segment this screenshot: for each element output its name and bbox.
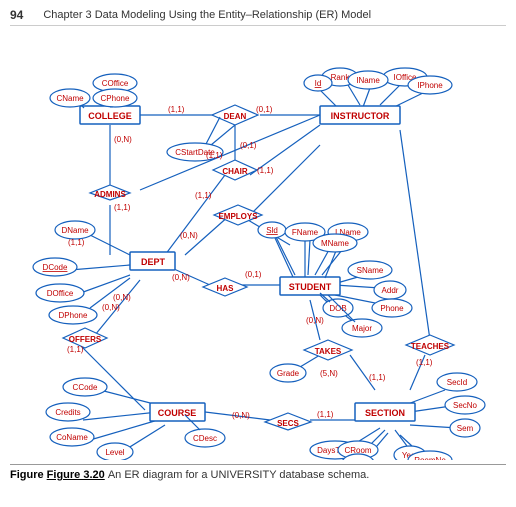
svg-text:Grade: Grade (277, 369, 300, 378)
svg-text:(1,1): (1,1) (68, 238, 85, 247)
svg-text:SecId: SecId (447, 378, 467, 387)
svg-text:MName: MName (321, 239, 350, 248)
svg-text:EMPLOYS: EMPLOYS (218, 212, 258, 221)
svg-text:TEACHES: TEACHES (411, 342, 450, 351)
svg-text:OFFERS: OFFERS (69, 335, 102, 344)
svg-text:(0,N): (0,N) (180, 231, 198, 240)
svg-text:CCode: CCode (73, 383, 98, 392)
svg-text:Credits: Credits (55, 408, 80, 417)
svg-text:DPhone: DPhone (59, 311, 88, 320)
svg-text:CoName: CoName (56, 433, 88, 442)
svg-text:CDesc: CDesc (193, 434, 217, 443)
figure-number: Figure 3.20 (47, 469, 105, 481)
page: 94 Chapter 3 Data Modeling Using the Ent… (0, 0, 516, 507)
svg-text:(1,1): (1,1) (257, 166, 274, 175)
svg-text:(0,N): (0,N) (113, 293, 131, 302)
svg-text:STUDENT: STUDENT (289, 282, 332, 292)
svg-text:Id: Id (315, 79, 322, 88)
svg-text:(0,N): (0,N) (306, 316, 324, 325)
svg-text:CName: CName (56, 94, 84, 103)
svg-text:CPhone: CPhone (101, 94, 130, 103)
svg-text:DEAN: DEAN (224, 112, 247, 121)
svg-text:(1,1): (1,1) (114, 203, 131, 212)
svg-text:TAKES: TAKES (315, 347, 342, 356)
svg-text:Rank: Rank (331, 73, 351, 82)
svg-text:Sld: Sld (266, 226, 278, 235)
svg-text:ADMINS: ADMINS (94, 190, 126, 199)
chapter-title: Chapter 3 Data Modeling Using the Entity… (43, 9, 371, 21)
svg-text:CHAIR: CHAIR (222, 167, 248, 176)
svg-text:(1,1): (1,1) (369, 373, 386, 382)
svg-text:Major: Major (352, 324, 372, 333)
svg-text:DOffice: DOffice (47, 289, 74, 298)
figure-caption: Figure Figure 3.20 An ER diagram for a U… (10, 464, 506, 481)
page-header: 94 Chapter 3 Data Modeling Using the Ent… (10, 8, 506, 26)
svg-text:(1,1): (1,1) (195, 191, 212, 200)
page-number: 94 (10, 8, 23, 22)
svg-text:(0,1): (0,1) (245, 270, 262, 279)
svg-text:IName: IName (356, 76, 380, 85)
svg-text:(1,1): (1,1) (206, 151, 223, 160)
svg-text:(0,1): (0,1) (240, 141, 257, 150)
svg-text:Sem: Sem (457, 424, 474, 433)
svg-text:Bldg: Bldg (350, 459, 366, 460)
svg-text:DName: DName (61, 226, 89, 235)
svg-text:(1,1): (1,1) (416, 358, 433, 367)
svg-text:COURSE: COURSE (158, 408, 197, 418)
svg-text:SName: SName (357, 266, 384, 275)
svg-text:SECS: SECS (277, 419, 299, 428)
svg-text:(1,1): (1,1) (168, 105, 185, 114)
svg-text:(0,1): (0,1) (256, 105, 273, 114)
svg-text:HAS: HAS (217, 284, 235, 293)
svg-text:(0,N): (0,N) (102, 303, 120, 312)
svg-text:Phone: Phone (380, 304, 404, 313)
figure-label: Figure Figure 3.20 (10, 469, 108, 481)
svg-text:IPhone: IPhone (417, 81, 443, 90)
svg-text:SECTION: SECTION (365, 408, 405, 418)
svg-text:RoomNo: RoomNo (414, 456, 446, 460)
svg-text:(1,1): (1,1) (67, 345, 84, 354)
svg-text:INSTRUCTOR: INSTRUCTOR (331, 111, 390, 121)
svg-text:(5,N): (5,N) (320, 369, 338, 378)
svg-text:(0,N): (0,N) (114, 135, 132, 144)
figure-description: An ER diagram for a UNIVERSITY database … (108, 469, 369, 481)
svg-text:(0,N): (0,N) (232, 411, 250, 420)
svg-text:Addr: Addr (382, 286, 399, 295)
svg-text:(1,1): (1,1) (317, 410, 334, 419)
svg-text:COLLEGE: COLLEGE (88, 111, 132, 121)
svg-text:(0,N): (0,N) (172, 273, 190, 282)
svg-text:FName: FName (292, 228, 319, 237)
svg-text:COffice: COffice (102, 79, 129, 88)
svg-text:SecNo: SecNo (453, 401, 478, 410)
er-diagram: .entity-rect { fill: white; stroke: #156… (10, 30, 506, 460)
svg-text:DEPT: DEPT (141, 257, 166, 267)
svg-text:Level: Level (105, 448, 124, 457)
svg-text:DCode: DCode (43, 263, 68, 272)
